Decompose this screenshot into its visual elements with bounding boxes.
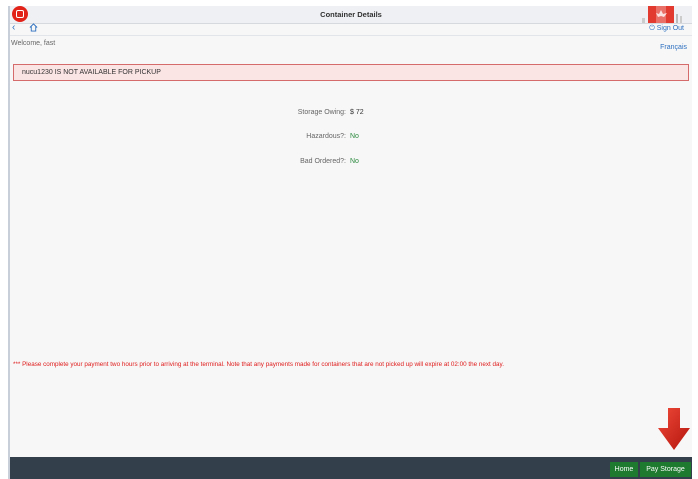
- red-down-arrow-icon[interactable]: [654, 406, 694, 454]
- power-icon: ⏻: [649, 25, 655, 32]
- availability-alert: nucu1230 IS NOT AVAILABLE FOR PICKUP: [13, 64, 689, 81]
- welcome-text: Welcome, fast: [11, 40, 56, 47]
- sign-out-label: Sign Out: [656, 25, 684, 32]
- sub-header: ‹ ⏻ Sign Out: [10, 22, 692, 36]
- shell-bar: Container Details: [10, 6, 692, 24]
- hazardous-value: No: [350, 133, 359, 140]
- canada-flag-decoration-icon: [642, 6, 682, 23]
- pay-storage-button[interactable]: Pay Storage: [640, 462, 691, 477]
- storage-owing-value: $ 72: [350, 109, 364, 116]
- home-button[interactable]: Home: [610, 462, 638, 477]
- sign-out-button[interactable]: ⏻ Sign Out: [649, 25, 684, 33]
- alert-message: nucu1230 IS NOT AVAILABLE FOR PICKUP: [22, 69, 161, 76]
- storage-owing-label: Storage Owing:: [297, 109, 346, 116]
- language-link[interactable]: Français: [660, 44, 687, 51]
- hazardous-label: Hazardous?:: [306, 133, 346, 140]
- chevron-left-icon[interactable]: ‹: [12, 22, 15, 33]
- home-icon[interactable]: [29, 23, 38, 35]
- app-frame: Container Details ‹ ⏻ Sign Out Welcome, …: [8, 6, 692, 479]
- page-title: Container Details: [320, 10, 382, 19]
- payment-note: *** Please complete your payment two hou…: [13, 361, 504, 368]
- bad-ordered-label: Bad Ordered?:: [300, 158, 346, 165]
- bad-ordered-value: No: [350, 158, 359, 165]
- footer-bar: Home Pay Storage: [10, 457, 692, 479]
